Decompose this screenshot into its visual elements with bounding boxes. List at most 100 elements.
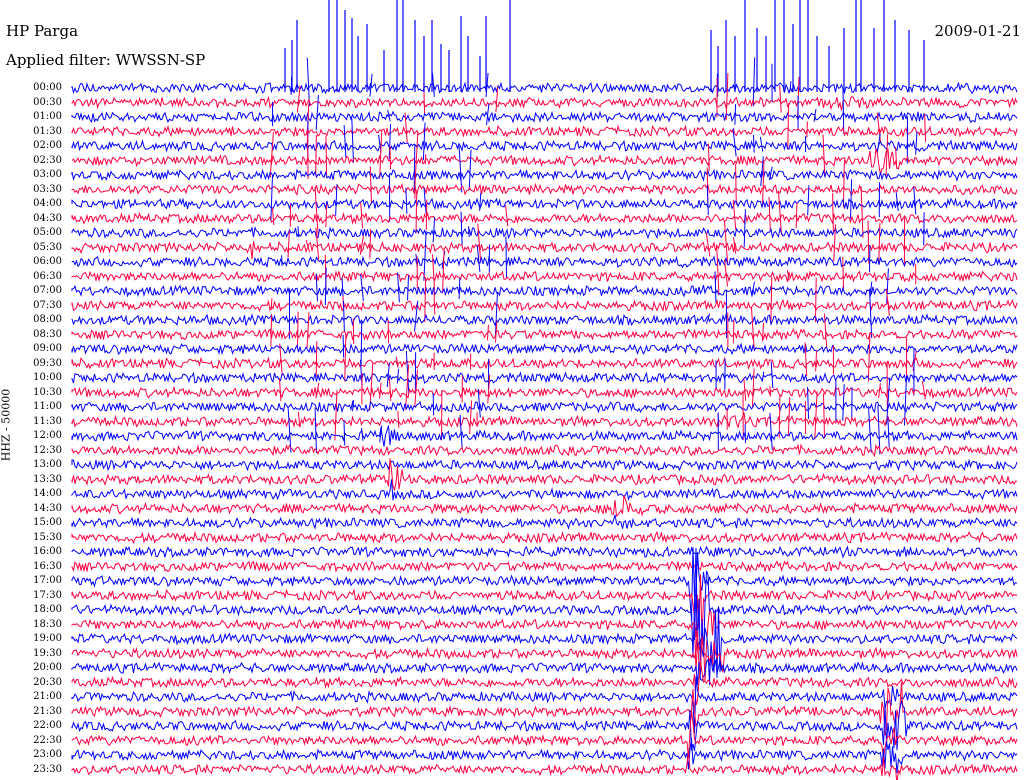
trace-spike <box>407 275 410 301</box>
helicorder-traces <box>71 0 1018 780</box>
trace-row <box>71 547 1018 620</box>
trace-spike <box>270 298 273 310</box>
trace-spike <box>442 248 445 294</box>
time-label: 08:00 <box>33 314 62 325</box>
time-label: 18:30 <box>33 618 62 630</box>
time-label: 15:30 <box>33 531 62 543</box>
trace-spike <box>389 145 392 170</box>
trace-spike <box>314 186 319 238</box>
trace-row <box>71 588 1018 686</box>
time-label: 22:30 <box>33 734 62 746</box>
time-label: 18:00 <box>33 604 62 615</box>
trace-spike <box>423 230 427 281</box>
trace-spike <box>770 277 773 323</box>
trace-row <box>71 240 1018 260</box>
trace-row <box>71 385 1018 400</box>
trace-row <box>71 356 1018 370</box>
trace-spike <box>415 193 418 234</box>
trace-row <box>71 110 1018 124</box>
trace-spike <box>815 350 818 372</box>
trace-spike <box>723 220 729 264</box>
trace-row <box>71 139 1018 153</box>
trace-spike <box>869 290 873 338</box>
time-label: 20:30 <box>33 676 62 688</box>
time-label: 23:30 <box>33 763 62 775</box>
trace-spike <box>789 81 792 93</box>
trace-spike <box>832 193 834 234</box>
trace-spike <box>714 271 717 303</box>
time-label: 00:00 <box>33 82 62 93</box>
trace-spike <box>315 135 317 176</box>
time-label: 04:30 <box>33 212 62 224</box>
trace-spike <box>807 386 810 420</box>
trace-spike <box>296 311 299 349</box>
time-label: 16:30 <box>33 560 62 572</box>
trace-row <box>71 225 1018 240</box>
trace-spike <box>379 130 383 179</box>
trace-spike <box>885 134 889 176</box>
trace-spike <box>468 149 472 191</box>
trace-spike <box>278 378 282 402</box>
applied-filter: Applied filter: WWSSN-SP <box>6 51 206 69</box>
trace-row <box>71 168 1018 182</box>
time-label: 22:00 <box>33 720 62 731</box>
time-label: 05:30 <box>33 241 62 253</box>
time-label: 07:00 <box>33 285 62 296</box>
time-label: 10:30 <box>33 386 62 398</box>
trace-spike <box>913 186 917 215</box>
trace-spike <box>343 125 347 159</box>
record-date: 2009-01-21 <box>934 22 1021 40</box>
trace-spike <box>468 226 470 238</box>
trace-spike <box>486 324 489 341</box>
trace-spike <box>860 186 864 238</box>
trace-spike <box>405 187 408 214</box>
trace-row <box>71 657 1018 686</box>
trace-spike <box>787 397 791 437</box>
time-label: 13:30 <box>33 473 62 485</box>
trace-spike <box>505 205 509 227</box>
trace-spike <box>814 277 817 323</box>
time-label: 02:00 <box>33 140 62 151</box>
trace-row <box>71 328 1018 341</box>
time-label: 11:00 <box>33 401 62 412</box>
trace-spike <box>325 135 328 176</box>
trace-row <box>71 545 1018 559</box>
time-label: 06:00 <box>33 256 62 267</box>
time-label: 04:00 <box>33 198 62 209</box>
trace-spike <box>505 236 508 278</box>
trace-spike <box>369 166 372 204</box>
trace-spike <box>270 314 273 347</box>
trace-spike <box>795 202 798 229</box>
trace-spike <box>344 333 347 382</box>
trace-row <box>71 458 1018 472</box>
time-label: 03:30 <box>33 183 62 195</box>
trace-spike <box>822 134 826 177</box>
trace-row <box>71 270 1018 283</box>
trace-spike <box>850 179 853 219</box>
time-label: 14:30 <box>33 502 62 514</box>
time-label: 16:00 <box>33 546 62 557</box>
trace-spike <box>334 390 338 441</box>
trace-spike <box>388 378 392 402</box>
trace-spike <box>842 384 845 421</box>
trace-spike <box>397 410 400 428</box>
trace-spike <box>314 407 317 454</box>
trace-spike <box>769 386 772 397</box>
trace-spike <box>379 382 382 399</box>
time-label: 08:30 <box>33 328 62 340</box>
trace-row <box>71 211 1018 225</box>
trace-spike <box>814 391 818 440</box>
trace-spike <box>735 163 737 205</box>
trace-spike <box>458 277 461 300</box>
trace-row <box>71 412 1018 429</box>
trace-spike <box>807 185 810 216</box>
time-label: 00:30 <box>33 96 62 108</box>
trace-row <box>71 560 1018 573</box>
time-label: 15:00 <box>33 517 62 528</box>
trace-spike <box>341 277 344 300</box>
trace-row <box>71 81 1018 95</box>
trace-spike <box>868 408 872 453</box>
trace-spike <box>306 312 310 348</box>
time-label: 11:30 <box>33 415 62 427</box>
time-label: 07:30 <box>33 299 62 311</box>
